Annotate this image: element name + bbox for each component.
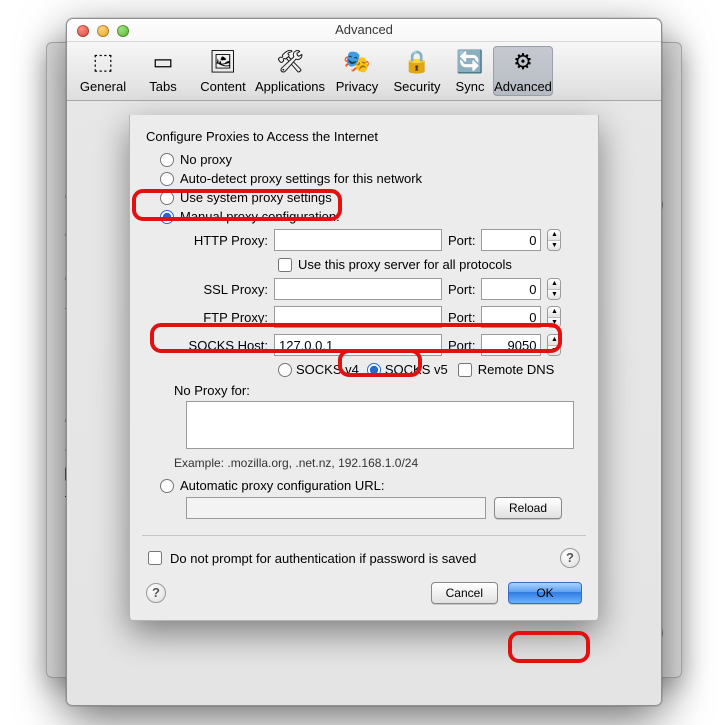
remote-dns-checkbox[interactable] bbox=[458, 363, 472, 377]
proxy-settings-sheet: Configure Proxies to Access the Internet… bbox=[129, 115, 599, 621]
radio-label: Manual proxy configuration: bbox=[180, 209, 340, 224]
toolbar-general[interactable]: ⬚General bbox=[73, 46, 133, 96]
pac-url-row: Reload bbox=[146, 495, 582, 527]
mask-icon: 🎭 bbox=[341, 46, 373, 78]
socks-host-label: SOCKS Host: bbox=[174, 338, 268, 353]
radio-label: Automatic proxy configuration URL: bbox=[180, 478, 384, 493]
no-proxy-example: Example: .mozilla.org, .net.nz, 192.168.… bbox=[146, 452, 582, 476]
toolbar-security[interactable]: 🔒Security bbox=[387, 46, 447, 96]
toolbar-content[interactable]: 🖼Content bbox=[193, 46, 253, 96]
radio-auto-detect[interactable] bbox=[160, 172, 174, 186]
http-proxy-label: HTTP Proxy: bbox=[174, 233, 268, 248]
no-proxy-for-textarea[interactable] bbox=[186, 401, 574, 449]
switch-icon: ⬚ bbox=[87, 46, 119, 78]
radio-socks-v4[interactable] bbox=[278, 363, 292, 377]
radio-no-proxy[interactable] bbox=[160, 153, 174, 167]
radio-manual-proxy[interactable] bbox=[160, 210, 174, 224]
minimize-icon[interactable] bbox=[97, 25, 109, 37]
radio-label: SOCKS v5 bbox=[385, 362, 448, 377]
socks-host-row: SOCKS Host: Port: ▲▼ bbox=[146, 331, 582, 359]
close-icon[interactable] bbox=[77, 25, 89, 37]
gear-icon: ⚙ bbox=[507, 46, 539, 78]
sheet-heading: Configure Proxies to Access the Internet bbox=[146, 129, 582, 144]
radio-label: No proxy bbox=[180, 152, 232, 167]
toolbar-label: Privacy bbox=[336, 79, 379, 94]
help-icon[interactable]: ? bbox=[146, 583, 166, 603]
pac-url-input[interactable] bbox=[186, 497, 486, 519]
same-proxy-row: Use this proxy server for all protocols bbox=[146, 254, 582, 275]
ssl-port-stepper[interactable]: ▲▼ bbox=[547, 278, 561, 300]
port-label: Port: bbox=[448, 310, 475, 325]
zoom-icon[interactable] bbox=[117, 25, 129, 37]
radio-socks-v5[interactable] bbox=[367, 363, 381, 377]
socks-port-stepper[interactable]: ▲▼ bbox=[547, 334, 561, 356]
ssl-proxy-input[interactable] bbox=[274, 278, 442, 300]
window-controls bbox=[77, 25, 129, 37]
preferences-toolbar: ⬚General ▭Tabs 🖼Content 🛠Applications 🎭P… bbox=[67, 41, 661, 101]
ftp-proxy-row: FTP Proxy: Port: ▲▼ bbox=[146, 303, 582, 331]
lock-icon: 🔒 bbox=[401, 46, 433, 78]
toolbar-label: Content bbox=[200, 79, 246, 94]
ssl-port-input[interactable] bbox=[481, 278, 541, 300]
reload-button[interactable]: Reload bbox=[494, 497, 562, 519]
ok-button[interactable]: OK bbox=[508, 582, 582, 604]
http-port-stepper[interactable]: ▲▼ bbox=[547, 229, 561, 251]
http-proxy-row: HTTP Proxy: Port: ▲▼ bbox=[146, 226, 582, 254]
sheet-footer: ? Cancel OK bbox=[146, 574, 582, 604]
socks-host-input[interactable] bbox=[274, 334, 442, 356]
auth-prompt-checkbox[interactable] bbox=[148, 551, 162, 565]
radio-label: Use system proxy settings bbox=[180, 190, 332, 205]
radio-system-row: Use system proxy settings bbox=[146, 188, 582, 207]
port-label: Port: bbox=[448, 282, 475, 297]
toolbar-label: Applications bbox=[255, 79, 325, 94]
divider bbox=[142, 535, 586, 536]
sync-icon: 🔄 bbox=[454, 46, 486, 78]
content-icon: 🖼 bbox=[207, 46, 239, 78]
toolbar-label: General bbox=[80, 79, 126, 94]
toolbar-sync[interactable]: 🔄Sync bbox=[447, 46, 493, 96]
port-label: Port: bbox=[448, 338, 475, 353]
radio-system-proxy[interactable] bbox=[160, 191, 174, 205]
toolbar-label: Tabs bbox=[149, 79, 176, 94]
cancel-button[interactable]: Cancel bbox=[431, 582, 498, 604]
socks-version-row: SOCKS v4 SOCKS v5 Remote DNS bbox=[146, 359, 582, 380]
toolbar-label: Sync bbox=[456, 79, 485, 94]
http-proxy-input[interactable] bbox=[274, 229, 442, 251]
tabs-icon: ▭ bbox=[147, 46, 179, 78]
toolbar-privacy[interactable]: 🎭Privacy bbox=[327, 46, 387, 96]
ftp-port-input[interactable] bbox=[481, 306, 541, 328]
ssl-proxy-row: SSL Proxy: Port: ▲▼ bbox=[146, 275, 582, 303]
toolbar-tabs[interactable]: ▭Tabs bbox=[133, 46, 193, 96]
checkbox-label: Use this proxy server for all protocols bbox=[298, 257, 512, 272]
ftp-proxy-input[interactable] bbox=[274, 306, 442, 328]
radio-no-proxy-row: No proxy bbox=[146, 150, 582, 169]
radio-label: Auto-detect proxy settings for this netw… bbox=[180, 171, 422, 186]
http-port-input[interactable] bbox=[481, 229, 541, 251]
auth-prompt-row: Do not prompt for authentication if pass… bbox=[146, 544, 582, 574]
radio-auto-detect-row: Auto-detect proxy settings for this netw… bbox=[146, 169, 582, 188]
radio-label: SOCKS v4 bbox=[296, 362, 359, 377]
window-title: Advanced bbox=[67, 19, 661, 41]
checkbox-label: Remote DNS bbox=[478, 362, 555, 377]
ftp-port-stepper[interactable]: ▲▼ bbox=[547, 306, 561, 328]
same-proxy-checkbox[interactable] bbox=[278, 258, 292, 272]
checkbox-label: Do not prompt for authentication if pass… bbox=[170, 551, 476, 566]
ftp-proxy-label: FTP Proxy: bbox=[174, 310, 268, 325]
toolbar-label: Security bbox=[394, 79, 441, 94]
radio-pac-url[interactable] bbox=[160, 479, 174, 493]
help-icon[interactable]: ? bbox=[560, 548, 580, 568]
radio-pac-row: Automatic proxy configuration URL: bbox=[146, 476, 582, 495]
toolbar-applications[interactable]: 🛠Applications bbox=[253, 46, 327, 96]
toolbar-label: Advanced bbox=[494, 79, 552, 94]
ssl-proxy-label: SSL Proxy: bbox=[174, 282, 268, 297]
port-label: Port: bbox=[448, 233, 475, 248]
no-proxy-for-label: No Proxy for: bbox=[174, 383, 268, 398]
toolbar-advanced[interactable]: ⚙Advanced bbox=[493, 46, 553, 96]
no-proxy-for-row: No Proxy for: bbox=[146, 380, 582, 401]
socks-port-input[interactable] bbox=[481, 334, 541, 356]
preferences-window: Advanced ⬚General ▭Tabs 🖼Content 🛠Applic… bbox=[66, 18, 662, 706]
radio-manual-row: Manual proxy configuration: bbox=[146, 207, 582, 226]
apps-icon: 🛠 bbox=[274, 46, 306, 78]
